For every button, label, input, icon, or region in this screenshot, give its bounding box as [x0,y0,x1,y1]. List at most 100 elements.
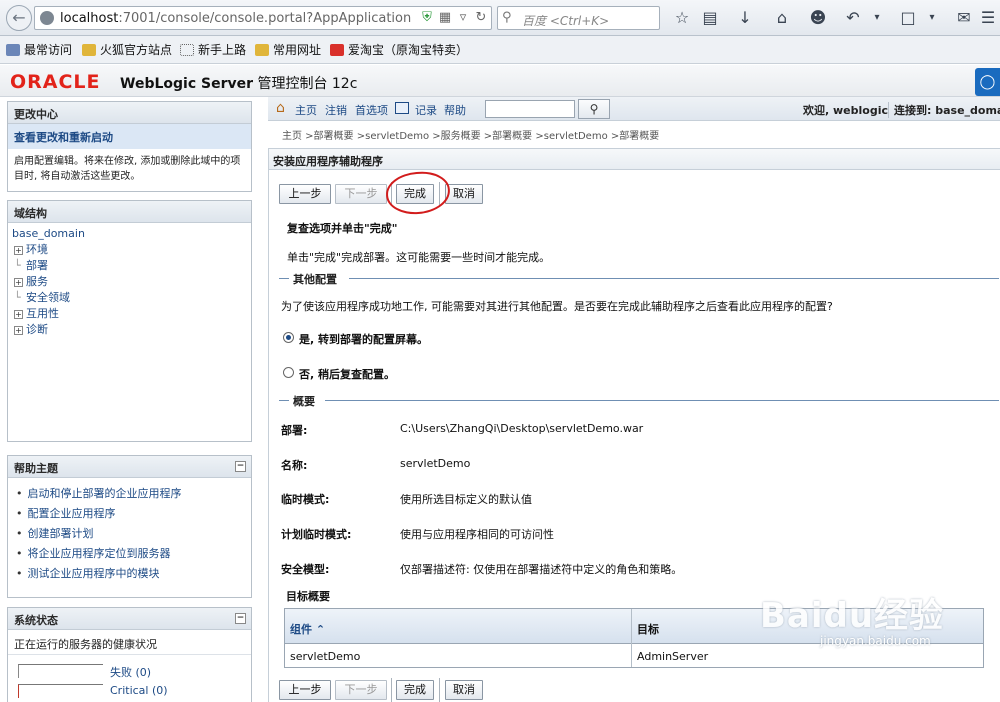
star-icon[interactable]: ☆ [672,8,692,28]
nav-home-link[interactable]: 主页 [295,102,317,118]
nav-help-link[interactable]: 帮助 [444,102,466,118]
domain-tree: base_domain + 环境 └ 部署 + 服务 └ 安全领域 + 互用性 + 诊断 [8,223,251,341]
health-critical-link[interactable]: Critical (0) [110,684,168,697]
back-arrow-icon[interactable]: ← [6,5,32,31]
home-icon[interactable]: ⌂ [276,100,285,116]
expand-icon[interactable]: + [14,246,23,255]
nav-preferences-link[interactable]: 首选项 [355,102,388,118]
column-header-target[interactable]: 目标 [637,621,659,637]
help-topics-panel: 帮助主题− 启动和停止部署的企业应用程序 配置企业应用程序 创建部署计划 将企业… [7,455,252,598]
url-text[interactable]: localhost:7001/console/console.portal?Ap… [60,11,412,26]
view-changes-link[interactable]: 查看更改和重新启动 [8,124,251,149]
next-button-bottom[interactable]: 下一步 [335,680,387,700]
summary-value: 仅部署描述符: 仅使用在部署描述符中定义的角色和策略。 [400,563,683,576]
console-header: ORACLE WebLogic Server 管理控制台 12c ◯ [0,65,1000,97]
taobao-icon [330,44,344,56]
change-center-description: 启用配置编辑。将来在修改, 添加或删除此域中的项目时, 将自动激活这些更改。 [14,156,241,182]
change-center-title: 更改中心 [8,102,251,124]
option-yes-label[interactable]: 是, 转到部署的配置屏幕。 [299,331,428,347]
welcome-text: 欢迎, weblogic [803,104,888,117]
summary-value: servletDemo [400,457,471,470]
nav-logout-link[interactable]: 注销 [325,102,347,118]
help-topics-title: 帮助主题 − [8,456,251,478]
summary-key: 部署: [281,424,308,437]
bookmark-getting-started[interactable]: 新手上路 [180,42,246,58]
bookmark-common-sites[interactable]: 常用网址 [255,42,321,58]
reading-list-icon[interactable]: ▤ [700,8,720,28]
console-search-input[interactable] [485,100,575,118]
column-separator [631,609,632,667]
nav-record-link[interactable]: 记录 [415,102,437,118]
menu-icon[interactable]: ☰ [978,8,998,28]
health-failed-link[interactable]: 失败 (0) [110,664,151,680]
domain-structure-panel: 域结构 base_domain + 环境 └ 部署 + 服务 └ 安全领域 + 互用性 +… [7,200,252,442]
section-rule [279,400,289,401]
next-button[interactable]: 下一步 [335,184,387,204]
baidu-watermark: Baidu经验 [760,596,945,636]
dropdown-arrow-icon[interactable]: ▿ [455,10,471,26]
record-icon[interactable] [395,102,409,114]
console-search-button[interactable]: ⚲ [578,99,610,119]
crop-icon[interactable]: □ [898,8,918,28]
expand-icon[interactable]: + [14,278,23,287]
tree-node-services[interactable]: + 服务 [12,274,247,290]
tree-root-base-domain[interactable]: base_domain [12,226,247,242]
column-header-component[interactable]: 组件 ⌃ [290,621,325,637]
breadcrumb[interactable]: 主页 >部署概要 >servletDemo >服务概要 >部署概要 >servl… [282,127,659,142]
message-icon[interactable]: ✉ [954,8,974,28]
crop-dropdown-icon[interactable]: ▾ [922,8,942,28]
expand-icon[interactable]: + [14,310,23,319]
section-rule [349,278,999,279]
tree-node-environment[interactable]: + 环境 [12,242,247,258]
summary-section: 概要 [279,393,999,408]
radio-yes[interactable] [283,332,294,343]
shield-icon[interactable]: ⛨ [419,10,435,26]
tree-node-diagnostics[interactable]: + 诊断 [12,322,247,338]
tree-node-interoperability[interactable]: + 互用性 [12,306,247,322]
summary-key: 名称: [281,459,308,472]
tree-node-deployments[interactable]: └ 部署 [12,258,247,274]
radio-no[interactable] [283,367,294,378]
download-icon[interactable]: ↓ [735,8,755,28]
finish-button-bottom[interactable]: 完成 [396,680,434,700]
section-rule [279,278,289,279]
console-top-nav: ⌂ 主页 注销 首选项 记录 帮助 ⚲ 欢迎, weblogic 连接到: ba… [268,97,1000,121]
collapse-icon[interactable]: − [235,613,246,624]
search-bar[interactable]: ⚲ 百度 <Ctrl+K> [497,6,660,30]
tree-node-security-realms[interactable]: └ 安全领域 [12,290,247,306]
help-topic-link[interactable]: 测试企业应用程序中的模块 [16,564,243,584]
home-icon[interactable]: ⌂ [772,8,792,28]
collapse-icon[interactable]: − [235,461,246,472]
target-summary-label: 目标概要 [286,590,330,603]
wizard-instruction: 单击"完成"完成部署。这可能需要一些时间才能完成。 [287,251,551,264]
other-config-section: 其他配置 [279,271,999,286]
help-topic-link[interactable]: 创建部署计划 [16,524,243,544]
undo-dropdown-icon[interactable]: ▾ [867,8,887,28]
option-no-label[interactable]: 否, 稍后复查配置。 [299,366,395,382]
back-button-bottom[interactable]: 上一步 [279,680,331,700]
help-topic-link[interactable]: 配置企业应用程序 [16,504,243,524]
bookmark-aitaobao[interactable]: 爱淘宝（原淘宝特卖） [330,42,468,58]
search-icon: ⚲ [589,102,599,116]
button-divider [439,678,440,702]
bookmark-most-visited[interactable]: 最常访问 [6,42,72,58]
undo-icon[interactable]: ↶ [843,8,863,28]
expand-icon[interactable]: + [14,326,23,335]
health-row-critical: Critical (0) [18,684,198,698]
tree-line-icon: └ [14,259,21,272]
qr-code-icon[interactable]: ▦ [437,10,453,26]
cancel-button-bottom[interactable]: 取消 [445,680,483,700]
help-topic-link[interactable]: 启动和停止部署的企业应用程序 [16,484,243,504]
back-button[interactable]: 上一步 [279,184,331,204]
bookmark-firefox-site[interactable]: 火狐官方站点 [82,42,172,58]
cancel-button[interactable]: 取消 [445,184,483,204]
help-topic-link[interactable]: 将企业应用程序定位到服务器 [16,544,243,564]
oracle-o-icon: ◯ [975,68,1000,96]
chat-icon[interactable]: ☻ [808,8,828,28]
reload-icon[interactable]: ↻ [473,10,489,26]
baidu-watermark-url: jingyan.baidu.com [820,634,931,648]
summary-key: 安全模型: [281,563,330,576]
url-bar[interactable]: localhost:7001/console/console.portal?Ap… [34,6,492,30]
other-config-question: 为了使该应用程序成功地工作, 可能需要对其进行其他配置。是否要在完成此辅助程序之… [281,300,833,313]
wizard-title: 安装应用程序辅助程序 [269,148,1000,170]
